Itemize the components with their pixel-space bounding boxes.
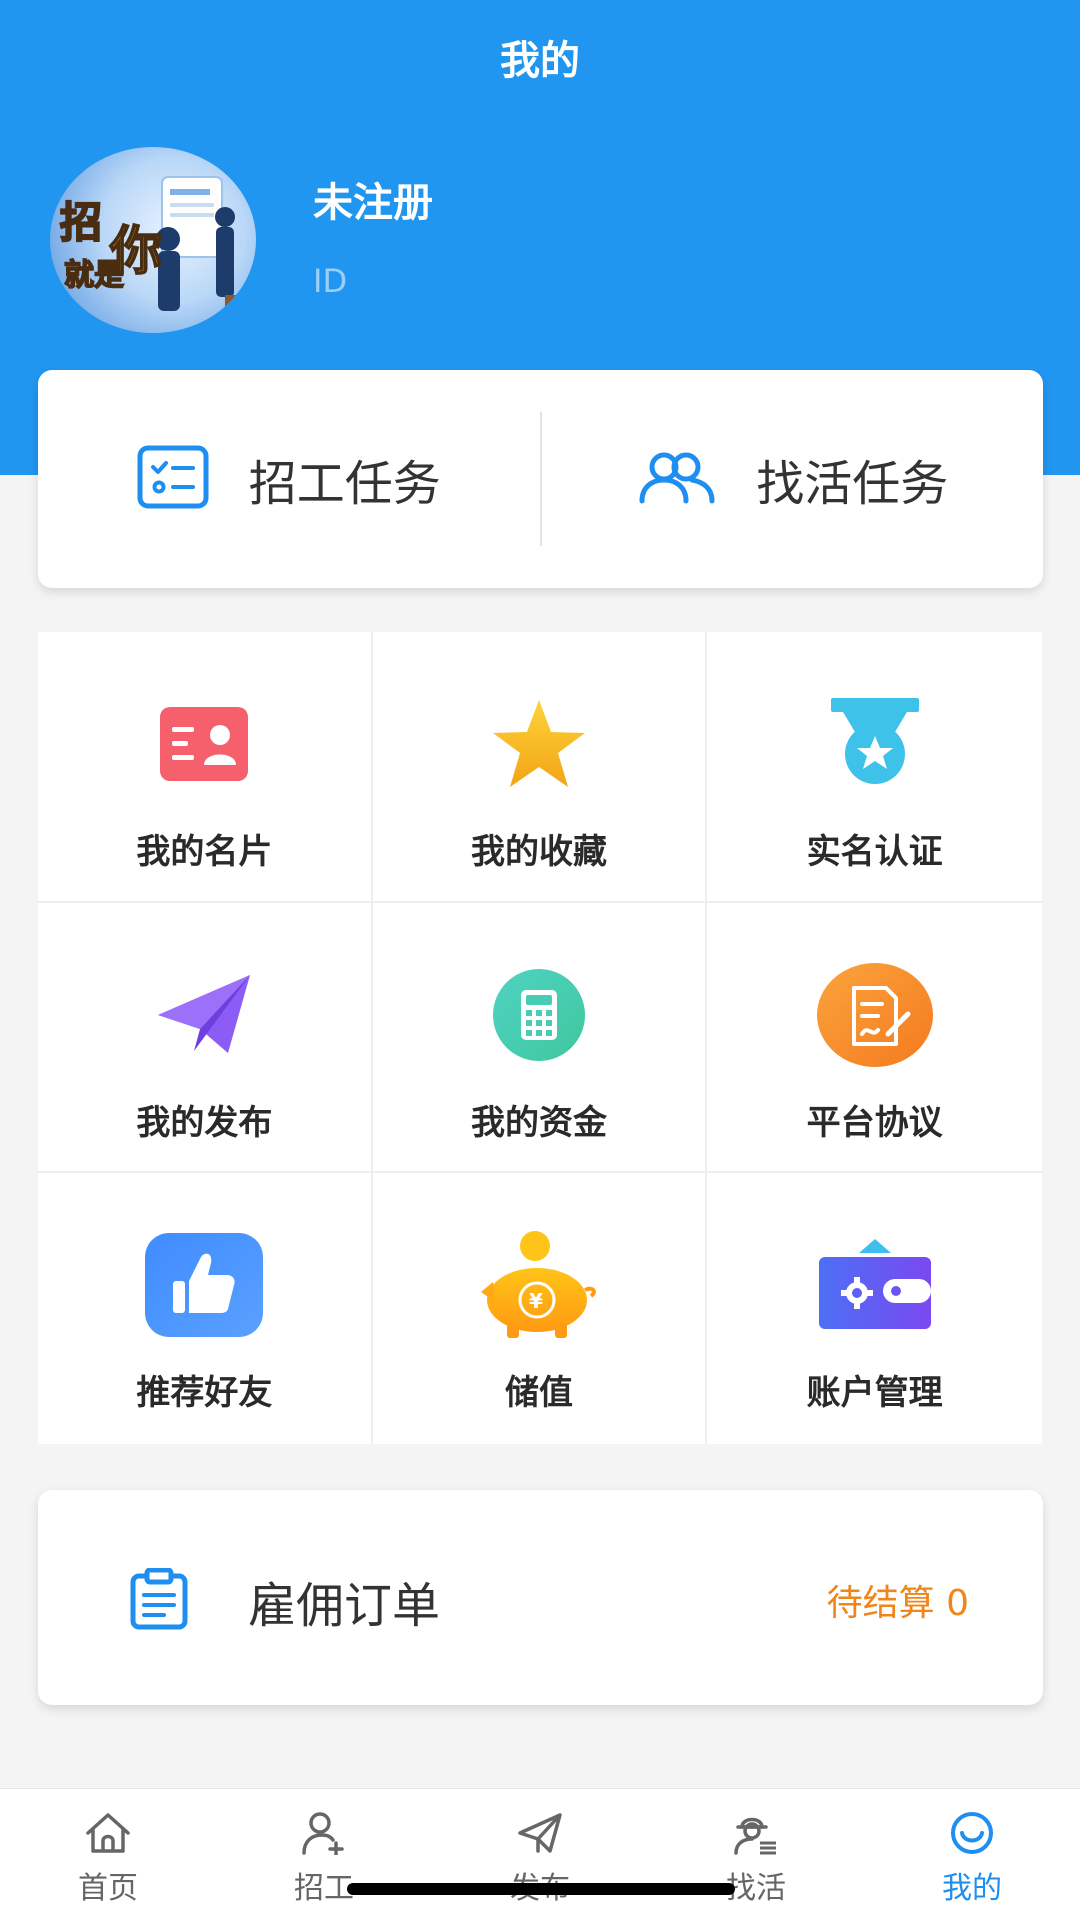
menu-label: 储值 [504,1373,573,1414]
feature-grid: 我的名片 我的收藏 实名认证 我的发布 我的资金 平台协议 推荐好友 ¥ 储值 … [38,632,1042,1444]
menu-top-up[interactable]: ¥ 储值 [373,1173,708,1444]
piggy-bank-icon: ¥ [479,1225,599,1345]
user-name[interactable]: 未注册 [313,170,433,228]
home-indicator [347,1883,735,1895]
paper-plane-icon [144,955,264,1075]
smile-icon [948,1811,996,1859]
menu-favorites[interactable]: 我的收藏 [372,632,708,903]
avatar[interactable]: 招 就是 你 [50,147,256,333]
menu-my-funds[interactable]: 我的资金 [372,902,708,1174]
tab-label: 我的 [942,1871,1002,1906]
order-title: 雇佣订单 [248,1578,441,1634]
tab-find-work[interactable]: 找活 [648,1789,864,1920]
menu-label: 账户管理 [806,1373,943,1414]
menu-account-management[interactable]: 账户管理 [707,1173,1042,1444]
star-icon [479,684,599,804]
svg-text:你: 你 [109,222,162,282]
tab-label: 招工 [294,1871,354,1906]
checklist-icon [137,445,209,513]
recruit-task-label: 招工任务 [248,456,441,512]
tab-recruit[interactable]: 招工 [216,1789,432,1920]
thumbs-up-icon [144,1225,264,1345]
tab-label: 首页 [78,1871,138,1906]
menu-label: 我的发布 [136,1102,273,1143]
tab-mine[interactable]: 我的 [864,1789,1080,1920]
svg-text:招: 招 [60,198,102,247]
menu-label: 推荐好友 [136,1373,273,1414]
menu-business-card[interactable]: 我的名片 [38,632,373,903]
menu-label: 我的收藏 [470,832,607,872]
clipboard-icon [130,1567,188,1634]
document-sign-icon [815,955,935,1075]
recruit-task-button[interactable]: 招工任务 [38,370,540,588]
svg-text:¥: ¥ [529,1289,543,1313]
menu-my-posts[interactable]: 我的发布 [38,902,373,1174]
page-title: 我的 [500,38,580,84]
job-task-label: 找活任务 [756,456,949,512]
menu-label: 我的资金 [470,1102,607,1143]
medal-icon [815,684,935,804]
job-task-button[interactable]: 找活任务 [542,370,1044,588]
tab-label: 找活 [726,1871,786,1906]
user-id: ID [313,262,348,300]
bottom-tab-bar: 首页 招工 发布 [0,1788,1080,1920]
pending-settlement-status[interactable]: 待结算 0 [827,1574,969,1626]
calculator-icon [479,955,599,1075]
home-icon [84,1811,132,1859]
menu-label: 我的名片 [136,832,273,872]
avatar-illustration-icon: 招 就是 你 [59,176,241,311]
business-card-icon [144,684,264,804]
worker-icon [732,1811,780,1859]
menu-label: 实名认证 [806,832,943,872]
menu-label: 平台协议 [806,1102,943,1143]
add-user-icon [300,1811,348,1859]
tab-home[interactable]: 首页 [0,1789,216,1920]
menu-recommend-friends[interactable]: 推荐好友 [38,1173,373,1444]
tab-publish[interactable]: 发布 [432,1789,648,1920]
employment-order-card[interactable]: 雇佣订单 待结算 0 [38,1490,1043,1705]
users-icon [636,449,716,509]
menu-verification[interactable]: 实名认证 [707,632,1042,903]
wallet-gear-icon [815,1225,935,1345]
task-card: 招工任务 找活任务 [38,370,1043,588]
send-icon [516,1811,564,1859]
menu-platform-agreement[interactable]: 平台协议 [707,903,1042,1174]
